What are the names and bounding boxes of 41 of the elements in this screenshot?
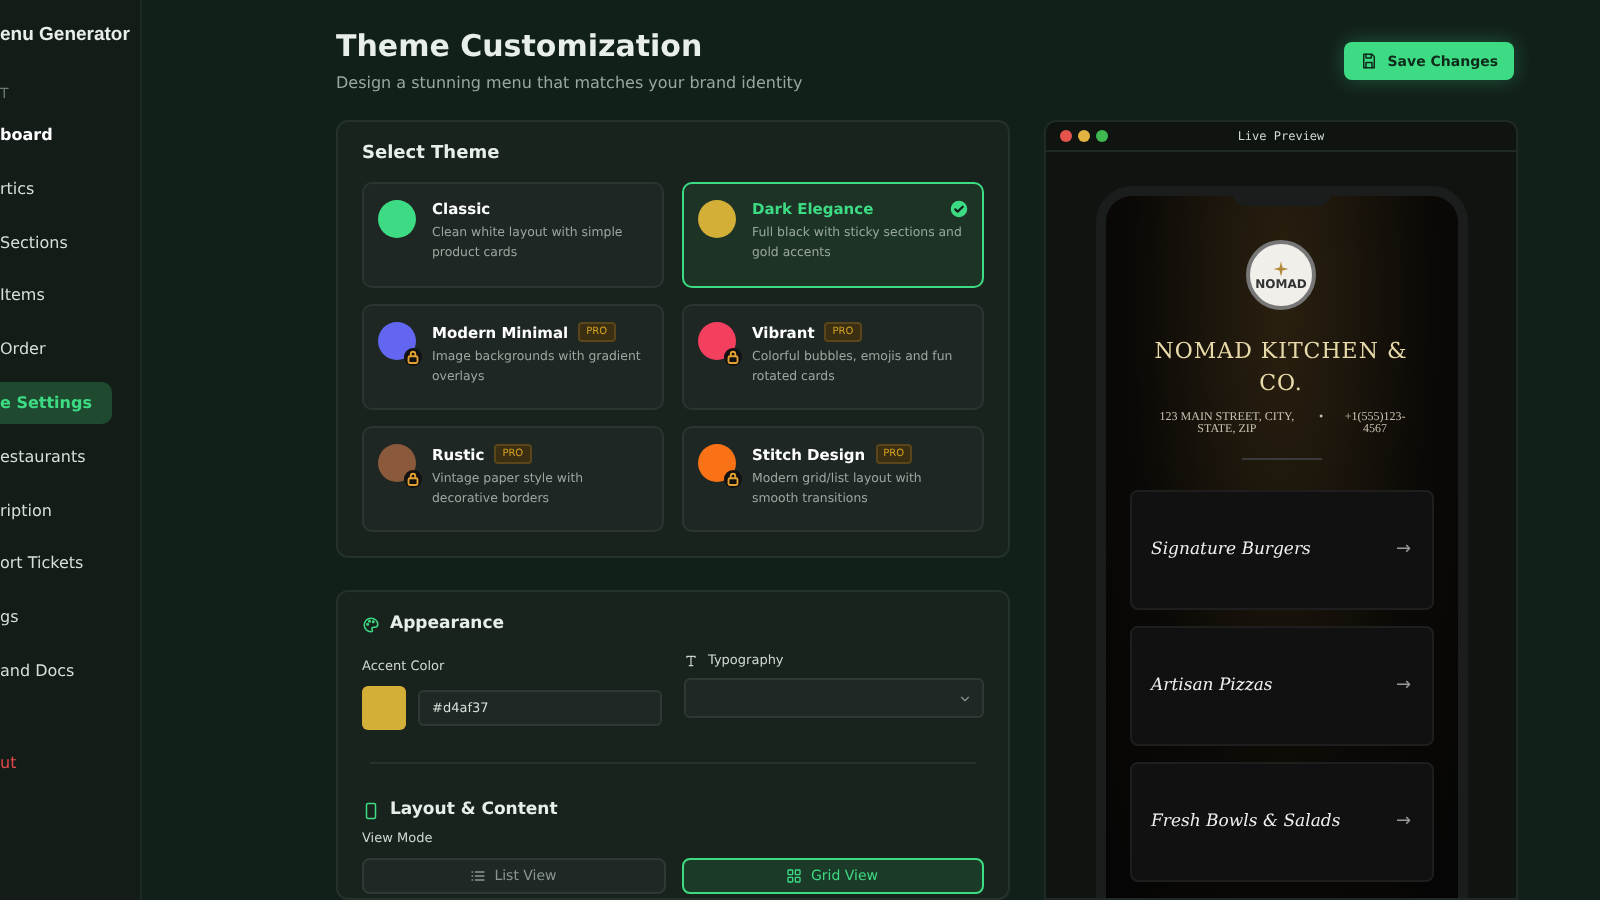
text-icon [684,653,698,667]
nav-item[interactable]: and Docs [0,649,112,692]
nav-item[interactable]: ort Tickets [0,542,112,585]
nav-item[interactable]: Sections [0,221,112,264]
app-title: enu Generator [0,24,132,46]
page-title: Theme Customization [336,28,705,64]
list-icon [470,868,487,884]
check-icon [950,200,968,218]
save-icon [1359,52,1378,70]
window-dot[interactable] [1078,130,1090,143]
category-card[interactable]: Signature Burgers → [1129,490,1433,610]
nav-item[interactable]: Items [0,274,112,317]
grid-icon [786,868,803,884]
nav-item[interactable]: ription [0,489,112,532]
phone-icon [362,801,380,819]
chevron-down-icon [958,691,972,705]
section-title: Appearance [390,614,505,634]
nav-item[interactable]: board [0,114,112,156]
page-subtitle: Design a stunning menu that matches your brand identity [336,74,803,92]
window-dot[interactable] [1096,130,1108,143]
nav-item[interactable]: estaurants [0,435,112,478]
star-icon [1272,259,1290,278]
restaurant-name: NOMAD KITCHEN & CO. [1152,336,1410,400]
nav-item[interactable]: gs [0,596,112,639]
category-name: Fresh Bowls & Salads [1151,812,1341,832]
palette-icon [362,615,380,633]
arrow-icon: → [1395,812,1411,832]
section-title: Select Theme [362,144,502,164]
category-name: Signature Burgers [1151,540,1311,560]
arrow-icon: → [1395,540,1411,560]
category-card[interactable]: Fresh Bowls & Salads → [1129,762,1433,882]
nav-item[interactable]: Order [0,328,112,371]
nav-item[interactable]: rtics [0,167,112,210]
category-card[interactable]: Artisan Pizzas → [1129,626,1433,746]
accent-color-swatch[interactable] [362,686,406,730]
arrow-icon: → [1395,676,1411,696]
logout-link[interactable]: ut [0,741,112,784]
section-title: Layout & Content [390,800,558,820]
category-name: Artisan Pizzas [1151,676,1273,696]
nav-item[interactable]: e Settings [0,381,112,424]
window-dot[interactable] [1060,130,1072,143]
